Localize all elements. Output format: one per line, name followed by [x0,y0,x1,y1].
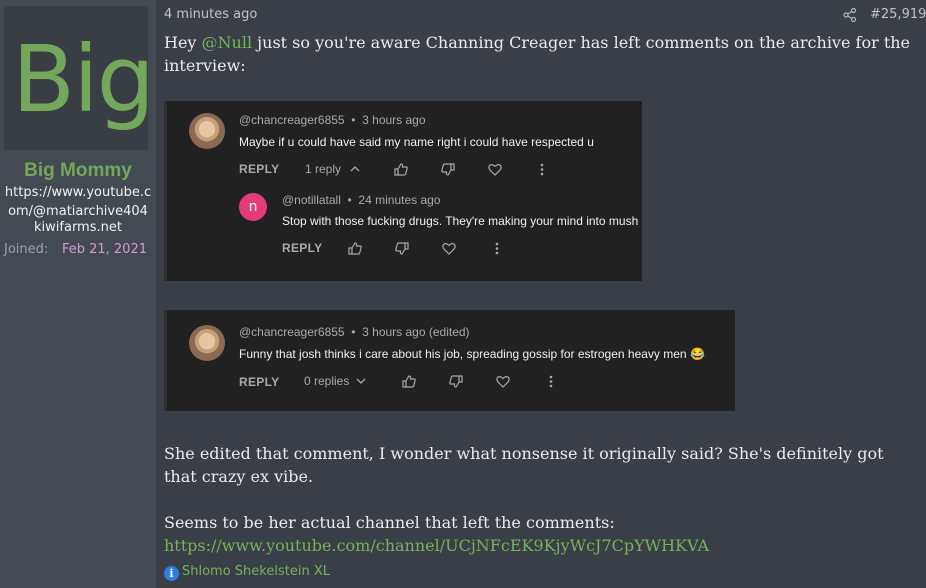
user-site: kiwifarms.net [34,220,122,235]
comment-time: 3 hours ago [362,113,426,127]
chevron-down-icon [356,378,366,384]
reply-button: REPLY [239,162,280,176]
heart-icon [488,164,502,176]
comment-screenshot-1[interactable]: @chancreager6855 • 3 hours ago Maybe if … [164,101,642,281]
comment-handle: @chancreager6855 [239,325,345,339]
signature[interactable]: i Shlomo Shekelstein XL [164,564,330,581]
intro-suffix: just so you're aware Channing Creager ha… [164,33,911,75]
comment-text: Funny that josh thinks i care about his … [239,347,687,361]
laughing-emoji-icon: 😂 [689,347,705,361]
signature-text: Shlomo Shekelstein XL [182,564,330,579]
user-mention[interactable]: @Null [202,33,253,52]
reply-button: REPLY [239,375,280,389]
post-number[interactable]: #25,919 [870,7,926,22]
reply-avatar: n [239,193,267,221]
heart-icon [442,243,456,255]
info-icon: i [164,566,179,581]
reply-text: Stop with those fucking drugs. They're m… [282,214,639,228]
comment-handle-line: @chancreager6855 • 3 hours ago (edited) [239,325,470,339]
thumbs-down-icon [449,375,463,388]
comment-handle: @chancreager6855 [239,113,345,127]
intro-prefix: Hey [164,33,202,52]
thumbs-down-icon [441,163,455,176]
joined-date: Feb 21, 2021 [61,242,147,257]
post-intro: Hey @Null just so you're aware Channing … [164,31,919,77]
user-sidebar: Big Big Mommy https://www.youtube.com/@m… [0,0,156,588]
joined-label: Joined: [4,242,49,257]
replies-label: 0 replies [304,374,350,388]
heart-icon [496,376,510,388]
replies-label: 1 reply [305,162,342,176]
chevron-up-icon [350,166,360,172]
comment-time: 3 hours ago (edited) [362,325,470,339]
thumbs-up-icon [348,242,362,255]
share-icon[interactable] [843,8,857,22]
comment-text: Maybe if u could have said my name right… [239,135,594,149]
username[interactable]: Big Mommy [0,160,156,182]
comment-screenshot-2[interactable]: @chancreager6855 • 3 hours ago (edited) … [164,310,735,411]
replies-count: 0 replies [304,374,367,388]
more-options-icon [549,375,553,388]
reply-handle: @notillatall [282,193,341,207]
more-options-icon [495,242,499,255]
replies-count: 1 reply [305,162,361,176]
thumbs-down-icon [395,242,409,255]
thumbs-up-icon [394,163,408,176]
reply-button: REPLY [282,241,323,255]
comment-handle-line: @chancreager6855 • 3 hours ago [239,113,426,127]
commenter-avatar [189,113,225,149]
user-title: https://www.youtube.com/@matiarchive404 [4,185,152,219]
commenter-avatar [189,325,225,361]
more-options-icon [540,163,544,176]
channel-link[interactable]: https://www.youtube.com/channel/UCjNFcEK… [164,534,919,557]
reply-time: 24 minutes ago [358,193,441,207]
comment-text-line: Funny that josh thinks i care about his … [239,347,705,361]
reply-handle-line: @notillatall • 24 minutes ago [282,193,441,207]
post-paragraph-3: Seems to be her actual channel that left… [164,513,615,532]
post-paragraph-2: She edited that comment, I wonder what n… [164,444,884,486]
avatar[interactable]: Big [4,6,148,150]
post-date[interactable]: 4 minutes ago [164,7,257,22]
avatar-text: Big [12,26,148,133]
thumbs-up-icon [402,375,416,388]
